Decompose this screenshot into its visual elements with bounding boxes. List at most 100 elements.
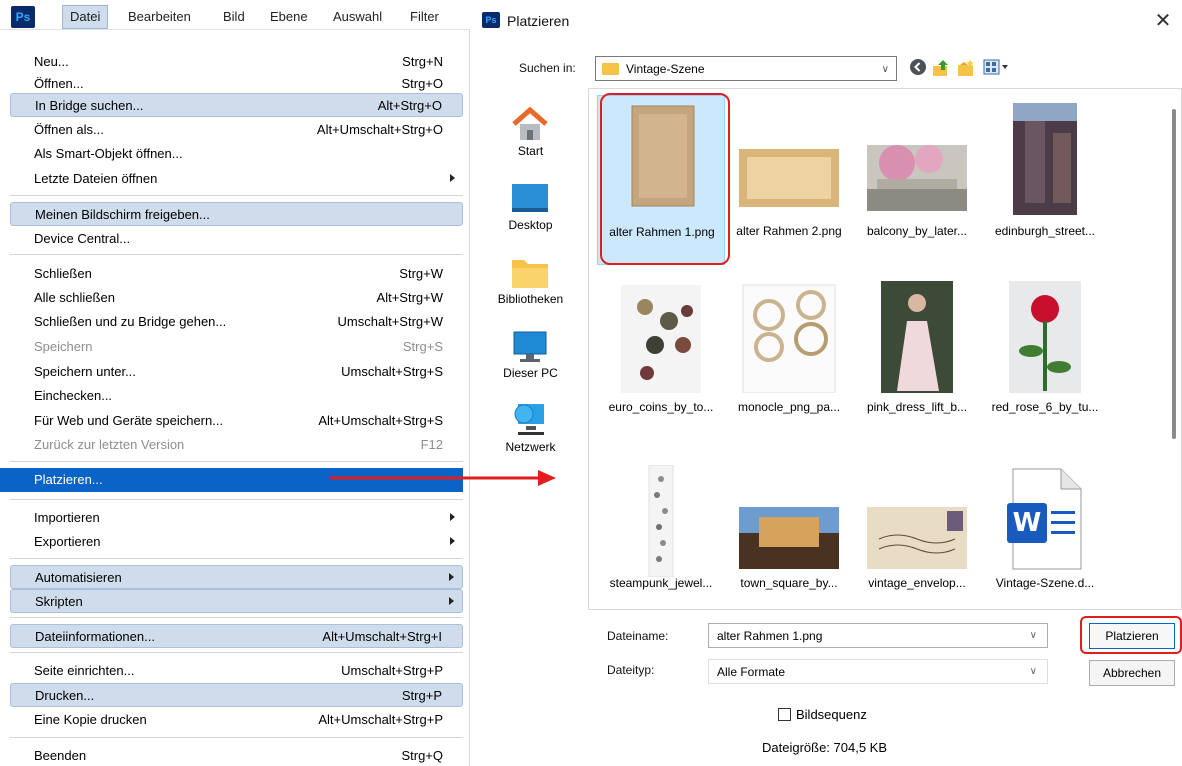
chevron-down-icon: ∨ <box>1029 666 1037 677</box>
menu-item-schliessen[interactable]: Schließen Strg+W <box>10 262 463 286</box>
menu-item-bildschirm-freigeben[interactable]: Meinen Bildschirm freigeben... <box>10 202 463 226</box>
photoshop-menu-pane: Ps Datei Bearbeiten Bild Ebene Auswahl F… <box>0 0 470 766</box>
menu-item-dateiinformationen[interactable]: Dateiinformationen... Alt+Umschalt+Strg+I <box>10 624 463 648</box>
cancel-button[interactable]: Abbrechen <box>1089 660 1175 686</box>
menu-item-neu[interactable]: Neu... Strg+N <box>10 50 463 74</box>
file-tile[interactable]: edinburgh_street... <box>981 95 1109 265</box>
file-tile[interactable]: steampunk_jewel... <box>597 447 725 617</box>
file-tile[interactable]: red_rose_6_by_tu... <box>981 271 1109 441</box>
menu-item-importieren[interactable]: Importieren <box>10 506 463 530</box>
place-desktop[interactable]: Desktop <box>477 172 584 246</box>
menu-item-alle-schliessen[interactable]: Alle schließen Alt+Strg+W <box>10 286 463 310</box>
desktop-icon <box>510 178 550 216</box>
place-button[interactable]: Platzieren <box>1089 623 1175 649</box>
close-button[interactable]: ✕ <box>1150 8 1176 34</box>
network-icon <box>510 400 550 438</box>
menu-ebene[interactable]: Ebene <box>270 6 308 28</box>
menu-separator <box>10 254 463 255</box>
place-label: Desktop <box>508 218 553 232</box>
dialog-title: Platzieren <box>507 13 570 29</box>
scrollbar-thumb[interactable] <box>1172 109 1176 439</box>
filename-combo[interactable]: alter Rahmen 1.png ∨ <box>708 623 1048 648</box>
file-tile[interactable]: alter Rahmen 2.png <box>725 95 853 265</box>
filename-value: alter Rahmen 1.png <box>717 629 823 643</box>
menu-item-seite-einrichten[interactable]: Seite einrichten... Umschalt+Strg+P <box>10 659 463 683</box>
file-tile[interactable]: town_square_by... <box>725 447 853 617</box>
menu-item-drucken[interactable]: Drucken... Strg+P <box>10 683 463 707</box>
menu-item-automatisieren[interactable]: Automatisieren <box>10 565 463 589</box>
place-netzwerk[interactable]: Netzwerk <box>477 394 584 468</box>
menu-item-kopie-drucken[interactable]: Eine Kopie drucken Alt+Umschalt+Strg+P <box>10 708 463 732</box>
menu-separator <box>10 195 463 196</box>
menu-item-web-geraete-speichern[interactable]: Für Web und Geräte speichern... Alt+Umsch… <box>10 409 463 433</box>
up-folder-icon[interactable] <box>931 58 951 78</box>
place-start[interactable]: Start <box>477 98 584 172</box>
file-tile[interactable]: monocle_png_pa... <box>725 271 853 441</box>
submenu-arrow-icon <box>450 513 455 521</box>
file-name: town_square_by... <box>740 576 838 590</box>
menu-item-oeffnen-als[interactable]: Öffnen als... Alt+Umschalt+Strg+O <box>10 118 463 142</box>
file-size-text: Dateigröße: 704,5 KB <box>762 740 888 755</box>
menu-item-in-bridge-suchen[interactable]: In Bridge suchen... Alt+Strg+O <box>10 93 463 117</box>
filename-label: Dateiname: <box>607 629 669 643</box>
menu-separator <box>10 461 463 462</box>
menu-item-platzieren[interactable]: Platzieren... <box>0 468 463 492</box>
new-folder-icon[interactable] <box>956 58 976 78</box>
file-thumbnail <box>739 145 839 211</box>
svg-text:W: W <box>1013 508 1042 538</box>
dialog-titlebar: Ps Platzieren ✕ <box>471 0 1182 40</box>
file-grid: alter Rahmen 1.png alter Rahmen 2.png ba… <box>588 88 1182 610</box>
file-tile[interactable]: W Vintage-Szene.d... <box>981 447 1109 617</box>
file-thumbnail <box>611 464 711 578</box>
menu-item-beenden[interactable]: Beenden Strg+Q <box>10 744 463 766</box>
filetype-label: Dateityp: <box>607 663 655 677</box>
file-name: vintage_envelop... <box>868 576 966 590</box>
file-name: alter Rahmen 2.png <box>736 224 842 238</box>
look-in-label: Suchen in: <box>519 61 576 75</box>
menu-item-einchecken[interactable]: Einchecken... <box>10 384 463 408</box>
menu-item-letzte-dateien[interactable]: Letzte Dateien öffnen <box>10 167 463 191</box>
file-tile[interactable]: euro_coins_by_to... <box>597 271 725 441</box>
menu-item-skripten[interactable]: Skripten <box>10 589 463 613</box>
menu-bild[interactable]: Bild <box>223 6 245 28</box>
back-icon[interactable] <box>908 58 928 78</box>
chevron-down-icon: ∨ <box>881 64 889 75</box>
file-name: monocle_png_pa... <box>737 400 841 414</box>
place-dieser-pc[interactable]: Dieser PC <box>477 320 584 394</box>
menu-item-speichern-unter[interactable]: Speichern unter... Umschalt+Strg+S <box>10 360 463 384</box>
menu-separator <box>10 652 463 653</box>
view-menu-icon[interactable] <box>982 58 1012 78</box>
menu-auswahl[interactable]: Auswahl <box>333 6 382 28</box>
filetype-combo[interactable]: Alle Formate ∨ <box>708 659 1048 684</box>
file-thumbnail <box>739 507 839 569</box>
places-bar: Start Desktop Bibliotheken Dieser PC Net… <box>477 92 584 472</box>
menu-item-device-central[interactable]: Device Central... <box>10 227 463 251</box>
menu-item-exportieren[interactable]: Exportieren <box>10 530 463 554</box>
file-thumbnail <box>611 281 711 393</box>
submenu-arrow-icon <box>450 174 455 182</box>
file-thumbnail <box>995 103 1095 215</box>
menu-separator <box>10 737 463 738</box>
photoshop-logo: Ps <box>11 6 35 28</box>
menu-item-smart-objekt-oeffnen[interactable]: Als Smart-Objekt öffnen... <box>10 142 463 166</box>
vertical-scrollbar[interactable] <box>1167 89 1181 609</box>
file-name: edinburgh_street... <box>994 224 1096 238</box>
folder-icon <box>602 63 619 75</box>
menu-item-schliessen-bridge[interactable]: Schließen und zu Bridge gehen... Umschalt… <box>10 310 463 334</box>
image-sequence-checkbox[interactable] <box>778 708 791 721</box>
file-thumbnail <box>739 281 839 394</box>
menu-item-speichern[interactable]: Speichern Strg+S <box>10 335 463 359</box>
menu-bearbeiten[interactable]: Bearbeiten <box>128 6 191 28</box>
menu-filter[interactable]: Filter <box>410 6 439 28</box>
file-tile[interactable]: pink_dress_lift_b... <box>853 271 981 441</box>
menu-datei[interactable]: Datei <box>62 5 109 29</box>
file-tile[interactable]: alter Rahmen 1.png <box>597 95 725 265</box>
submenu-arrow-icon <box>449 573 454 581</box>
file-tile[interactable]: balcony_by_later... <box>853 95 981 265</box>
menu-item-zurueck-letzte-version[interactable]: Zurück zur letzten Version F12 <box>10 433 463 457</box>
file-tile[interactable]: vintage_envelop... <box>853 447 981 617</box>
look-in-combo[interactable]: Vintage-Szene ∨ <box>595 56 897 81</box>
file-name: alter Rahmen 1.png <box>609 225 715 239</box>
place-bibliotheken[interactable]: Bibliotheken <box>477 246 584 320</box>
file-name: steampunk_jewel... <box>609 576 713 590</box>
